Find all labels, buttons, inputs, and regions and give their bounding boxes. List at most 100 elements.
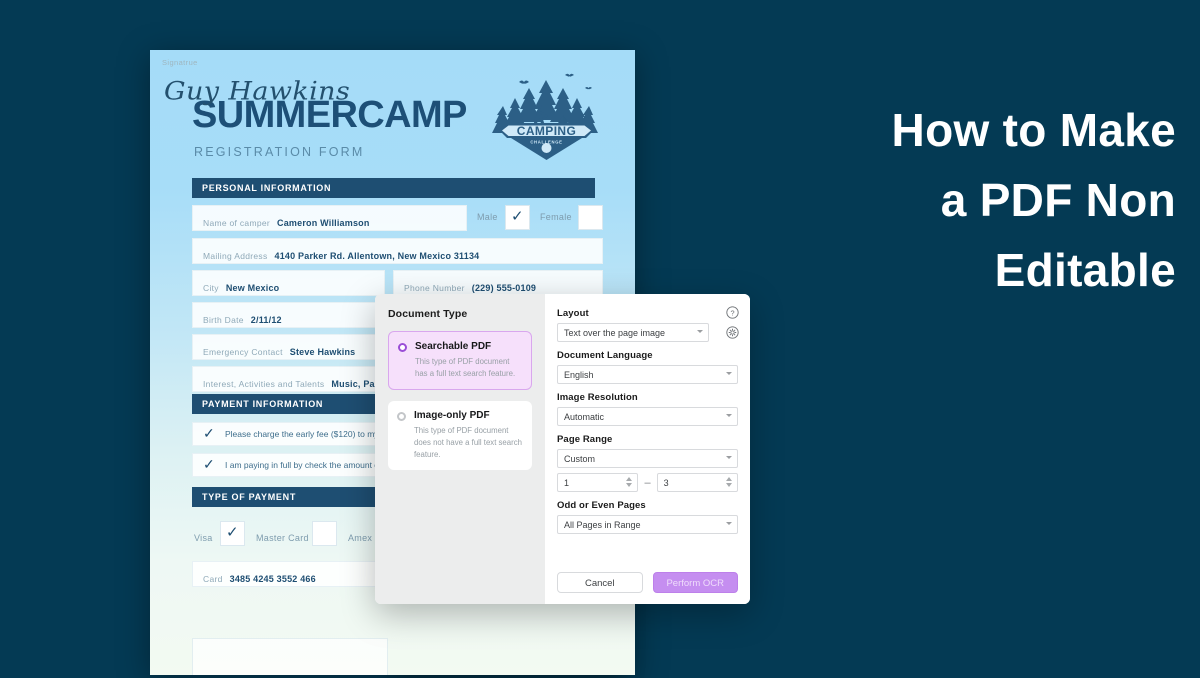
gender-label-female: Female xyxy=(540,212,572,222)
help-icon[interactable]: ? xyxy=(726,306,739,319)
section-header-type-of-payment: TYPE OF PAYMENT xyxy=(192,487,377,507)
option-description: This type of PDF document does not have … xyxy=(414,426,522,459)
field-phone-number[interactable]: Phone Number (229) 555-0109 xyxy=(393,270,603,296)
field-name-of-camper[interactable]: Name of camper Cameron Williamson xyxy=(192,205,467,231)
stepper-arrows-icon[interactable] xyxy=(726,477,732,487)
option-searchable-pdf[interactable]: Searchable PDF This type of PDF document… xyxy=(388,331,532,391)
page-range-label: Page Range xyxy=(557,434,613,445)
signature-label: Signatrue xyxy=(162,58,198,67)
field-label: City xyxy=(203,283,219,293)
field-value: (229) 555-0109 xyxy=(471,283,537,293)
card-type-label-mastercard: Master Card xyxy=(256,533,309,543)
page-range-select[interactable]: Custom xyxy=(557,449,738,468)
document-type-panel: Document Type Searchable PDF This type o… xyxy=(375,294,545,604)
field-birth-date[interactable]: Birth Date 2/11/12 xyxy=(192,302,385,328)
section-header-payment-information: PAYMENT INFORMATION xyxy=(192,394,377,414)
chevron-down-icon xyxy=(697,330,703,333)
field-city[interactable]: City New Mexico xyxy=(192,270,385,296)
chevron-down-icon xyxy=(726,522,732,525)
field-emergency-contact[interactable]: Emergency Contact Steve Hawkins xyxy=(192,334,385,360)
odd-or-even-value: All Pages in Range xyxy=(564,520,641,530)
radio-icon[interactable] xyxy=(397,412,406,422)
signature-name: Guy Hawkins xyxy=(164,76,351,107)
group-image-resolution: Image Resolution Automatic xyxy=(557,392,738,426)
group-odd-or-even-pages: Odd or Even Pages All Pages in Range xyxy=(557,500,738,534)
field-card-number[interactable]: Card 3485 4245 3552 466 xyxy=(192,561,377,587)
field-value: 2/11/12 xyxy=(250,315,282,325)
group-document-language: Document Language English xyxy=(557,350,738,384)
card-type-label-amex: Amex xyxy=(348,533,373,543)
group-page-range: Page Range Custom 1 – 3 xyxy=(557,434,738,492)
image-resolution-select[interactable]: Automatic xyxy=(557,407,738,426)
range-separator: – xyxy=(644,476,651,489)
field-label: Mailing Address xyxy=(203,251,268,261)
checkmark-icon: ✓ xyxy=(203,456,215,472)
document-type-heading: Document Type xyxy=(388,308,468,320)
page-range-to-value: 3 xyxy=(663,478,669,488)
field-interests[interactable]: Interest, Activities and TalentsMusic, P… xyxy=(192,366,385,392)
group-layout: Layout Text over the page image xyxy=(557,308,738,342)
document-language-value: English xyxy=(564,370,594,380)
field-label: Emergency Contact xyxy=(203,347,283,357)
field-mailing-address[interactable]: Mailing Address 4140 Parker Rd. Allentown… xyxy=(192,238,603,264)
gender-checkbox-female[interactable] xyxy=(578,205,603,230)
chevron-down-icon xyxy=(726,372,732,375)
dialog-button-row: Cancel Perform OCR xyxy=(557,572,738,593)
field-label: Name of camper xyxy=(203,218,271,228)
layout-value: Text over the page image xyxy=(564,328,666,338)
image-resolution-label: Image Resolution xyxy=(557,392,638,403)
card-type-checkbox-mastercard[interactable] xyxy=(312,521,337,546)
odd-or-even-select[interactable]: All Pages in Range xyxy=(557,515,738,534)
field-label: Card xyxy=(203,574,223,584)
gender-label-male: Male xyxy=(477,212,498,222)
page-range-value: Custom xyxy=(564,454,596,464)
page-subtitle: REGISTRATION FORM xyxy=(194,145,365,159)
field-value: Steve Hawkins xyxy=(289,347,356,357)
headline-text: How to Make a PDF Non Editable xyxy=(891,104,1176,296)
perform-ocr-button[interactable]: Perform OCR xyxy=(652,572,738,593)
svg-text:CAMPING: CAMPING xyxy=(517,124,576,138)
gear-icon[interactable] xyxy=(726,326,739,339)
page-range-row: 1 – 3 xyxy=(557,473,738,492)
option-title: Image-only PDF xyxy=(414,410,490,422)
payment-check-label: Please charge the early fee ($120) to my… xyxy=(225,429,377,439)
page-range-from-value: 1 xyxy=(564,478,570,488)
card-type-checkbox-visa[interactable] xyxy=(220,521,245,546)
chevron-down-icon xyxy=(726,456,732,459)
signature-box[interactable] xyxy=(192,638,388,675)
field-value: Cameron Williamson xyxy=(277,218,370,228)
checkmark-icon: ✓ xyxy=(203,425,215,441)
stepper-arrows-icon[interactable] xyxy=(626,477,633,487)
image-resolution-value: Automatic xyxy=(564,412,605,422)
page-range-to-stepper[interactable]: 3 xyxy=(656,473,738,492)
payment-check-label: I am paying in full by check the amount … xyxy=(225,460,377,470)
section-header-personal-information: PERSONAL INFORMATION xyxy=(192,178,595,198)
field-value: New Mexico xyxy=(225,283,280,293)
svg-text:CHALLENGE: CHALLENGE xyxy=(530,140,562,145)
field-label: Phone Number xyxy=(404,283,465,293)
chevron-down-icon xyxy=(726,414,732,417)
layout-label: Layout xyxy=(557,308,589,319)
document-language-select[interactable]: English xyxy=(557,365,738,384)
option-image-only-pdf[interactable]: Image-only PDF This type of PDF document… xyxy=(388,401,532,471)
payment-check-early-fee[interactable]: ✓ Please charge the early fee ($120) to … xyxy=(192,422,377,446)
radio-icon[interactable] xyxy=(398,343,407,352)
layout-select[interactable]: Text over the page image xyxy=(557,323,709,342)
cancel-button[interactable]: Cancel xyxy=(557,572,643,593)
field-value: 3485 4245 3552 466 xyxy=(229,574,316,584)
option-description: This type of PDF document has a full tex… xyxy=(415,357,516,378)
odd-or-even-label: Odd or Even Pages xyxy=(557,500,646,511)
svg-text:?: ? xyxy=(730,308,734,317)
page-range-from-stepper[interactable]: 1 xyxy=(557,473,639,492)
option-title: Searchable PDF xyxy=(415,341,492,352)
card-type-label-visa: Visa xyxy=(194,533,213,543)
ocr-settings-dialog: Document Type Searchable PDF This type o… xyxy=(375,294,750,604)
field-label: Birth Date xyxy=(203,315,244,325)
document-language-label: Document Language xyxy=(557,350,653,361)
payment-check-paying-in-full[interactable]: ✓ I am paying in full by check the amoun… xyxy=(192,453,377,477)
gender-checkbox-male[interactable] xyxy=(505,205,530,230)
ocr-settings-panel: ? Layout Text over the page image Docume… xyxy=(545,294,750,604)
field-value: 4140 Parker Rd. Allentown, New Mexico 31… xyxy=(274,251,480,261)
field-label: Interest, Activities and Talents xyxy=(203,379,325,389)
camping-challenge-badge-icon: CAMPING CHALLENGE xyxy=(492,73,598,160)
